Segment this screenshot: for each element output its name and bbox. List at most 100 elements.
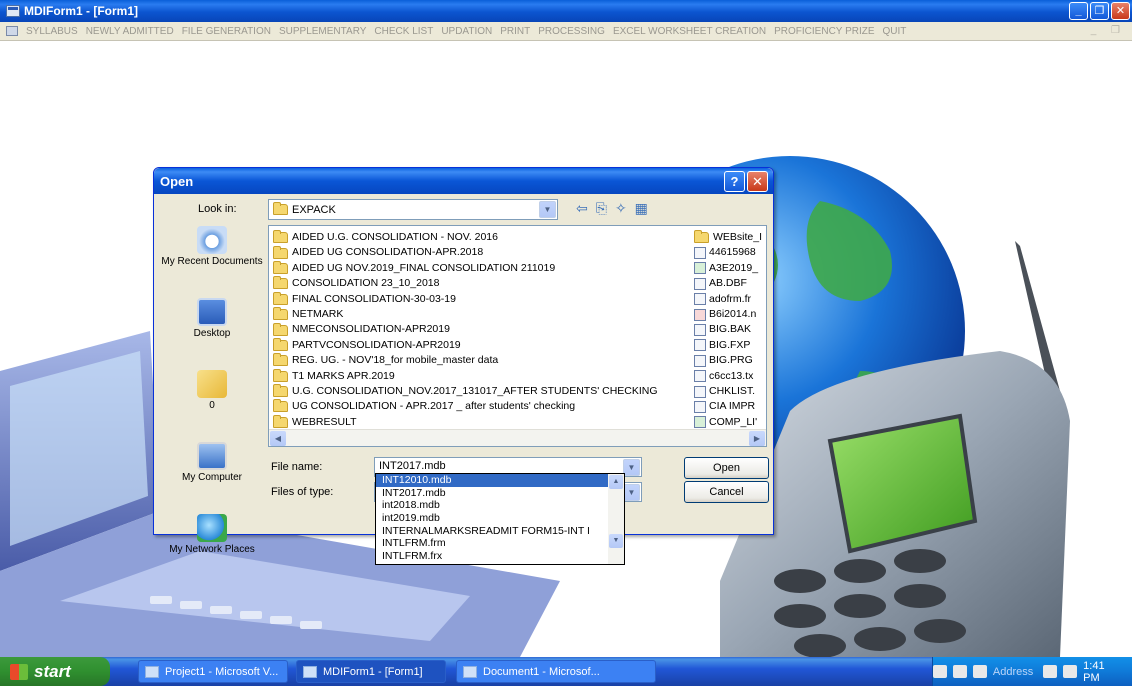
autocomplete-item[interactable]: INTLFRM.frx xyxy=(376,550,608,563)
list-item[interactable]: U.G. CONSOLIDATION_NOV.2017_131017_AFTER… xyxy=(273,384,658,399)
chevron-down-icon[interactable]: ▼ xyxy=(623,459,640,476)
tray-icon[interactable] xyxy=(1043,665,1058,678)
menu-bar: SYLLABUS NEWLY ADMITTED FILE GENERATION … xyxy=(0,22,1132,41)
menu-file-generation[interactable]: FILE GENERATION xyxy=(178,26,275,37)
menu-excel-worksheet-creation[interactable]: EXCEL WORKSHEET CREATION xyxy=(609,26,770,37)
help-button[interactable]: ? xyxy=(724,171,745,192)
minimize-button[interactable]: _ xyxy=(1069,2,1088,20)
tray-icon[interactable] xyxy=(1063,665,1078,678)
menu-updation[interactable]: UPDATION xyxy=(437,26,496,37)
look-in-combo[interactable]: EXPACK ▼ xyxy=(268,199,558,220)
text-file-icon xyxy=(694,370,706,383)
list-item[interactable]: REG. UG. - NOV'18_for mobile_master data xyxy=(273,353,658,368)
list-item[interactable]: c6cc13.tx xyxy=(694,369,762,384)
scroll-down-icon[interactable]: ▼ xyxy=(609,534,623,548)
autocomplete-item[interactable]: INT12010.mdb xyxy=(376,474,608,487)
taskbar-item-document1[interactable]: Document1 - Microsof... xyxy=(456,660,656,683)
taskbar-item-project1[interactable]: Project1 - Microsoft V... xyxy=(138,660,288,683)
list-item[interactable]: CHKLIST. xyxy=(694,384,762,399)
back-arrow-icon[interactable]: ⇦ xyxy=(576,200,588,217)
scroll-up-icon[interactable]: ▲ xyxy=(609,475,623,489)
list-item[interactable]: NETMARK xyxy=(273,307,658,322)
list-item[interactable]: COMP_LI' xyxy=(694,415,762,430)
place-folder[interactable]: 0 xyxy=(160,370,264,436)
file-name: WEBsite_I xyxy=(713,231,763,243)
child-window-controls[interactable]: _ ❐ xyxy=(1091,25,1126,36)
list-item[interactable]: UG CONSOLIDATION - APR.2017 _ after stud… xyxy=(273,399,658,414)
views-menu-icon[interactable]: ▦ xyxy=(635,200,648,217)
scroll-left-icon[interactable]: ◀ xyxy=(270,431,286,446)
menu-processing[interactable]: PROCESSING xyxy=(534,26,609,37)
menu-newly-admitted[interactable]: NEWLY ADMITTED xyxy=(82,26,178,37)
task-label: MDIForm1 - [Form1] xyxy=(323,665,423,678)
new-folder-icon[interactable]: ✧ xyxy=(615,200,627,217)
menu-quit[interactable]: QUIT xyxy=(879,26,911,37)
scroll-right-icon[interactable]: ▶ xyxy=(749,431,765,446)
horizontal-scrollbar[interactable]: ◀ ▶ xyxy=(269,429,766,446)
maximize-button[interactable]: ❐ xyxy=(1090,2,1109,20)
child-window-icon[interactable] xyxy=(6,26,18,36)
list-item[interactable]: 44615968 xyxy=(694,245,762,260)
list-item[interactable]: AB.DBF xyxy=(694,276,762,291)
menu-check-list[interactable]: CHECK LIST xyxy=(370,26,437,37)
open-button[interactable]: Open xyxy=(684,457,769,479)
menu-syllabus[interactable]: SYLLABUS xyxy=(22,26,82,37)
place-my-computer[interactable]: My Computer xyxy=(160,442,264,508)
folder-icon xyxy=(273,368,288,382)
taskbar-item-mdiform1[interactable]: MDIForm1 - [Form1] xyxy=(296,660,446,683)
list-item[interactable]: WEBRESULT xyxy=(273,414,658,430)
menu-supplementary[interactable]: SUPPLEMENTARY xyxy=(275,26,370,37)
menu-print[interactable]: PRINT xyxy=(496,26,534,37)
tray-icon[interactable] xyxy=(933,665,947,678)
autocomplete-item[interactable]: int2018.mdb xyxy=(376,499,608,512)
list-item[interactable]: AIDED UG CONSOLIDATION-APR.2018 xyxy=(273,245,658,260)
tray-icon[interactable] xyxy=(972,665,987,678)
start-button[interactable]: start xyxy=(0,657,110,686)
chevron-down-icon[interactable]: ▼ xyxy=(623,484,640,501)
list-item[interactable]: BIG.FXP xyxy=(694,338,762,353)
tray-icon[interactable] xyxy=(952,665,967,678)
list-item[interactable]: A3E2019_ xyxy=(694,261,762,276)
dialog-title-bar[interactable]: Open xyxy=(154,168,773,194)
file-list[interactable]: AIDED U.G. CONSOLIDATION - NOV. 2016 AID… xyxy=(268,225,767,447)
autocomplete-item[interactable]: INTLFRM.frm xyxy=(376,537,608,550)
list-item[interactable]: AIDED UG NOV.2019_FINAL CONSOLIDATION 21… xyxy=(273,260,658,276)
autocomplete-item[interactable]: INTERNALMARKSREADMIT FORM15-INT I xyxy=(376,525,608,538)
database-file-icon xyxy=(694,247,706,260)
autocomplete-scrollbar[interactable]: ▲ ▼ xyxy=(608,474,624,564)
list-item[interactable]: BIG.BAK xyxy=(694,322,762,337)
list-item[interactable]: T1 MARKS APR.2019 xyxy=(273,368,658,384)
list-item[interactable]: NMECONSOLIDATION-APR2019 xyxy=(273,322,658,337)
list-item[interactable]: PARTVCONSOLIDATION-APR2019 xyxy=(273,337,658,353)
system-tray: Address 1:41 PM xyxy=(932,657,1132,686)
folder-name: NMECONSOLIDATION-APR2019 xyxy=(292,323,450,336)
list-item[interactable]: FINAL CONSOLIDATION-30-03-19 xyxy=(273,291,658,307)
cancel-button[interactable]: Cancel xyxy=(684,481,769,503)
autocomplete-item[interactable]: INT2017.mdb xyxy=(376,487,608,500)
place-network[interactable]: My Network Places xyxy=(160,514,264,580)
mdi-title-bar[interactable]: MDIForm1 - [Form1] _ ❐ ✕ xyxy=(0,0,1132,22)
list-item[interactable]: BIG.PRG xyxy=(694,353,762,368)
folder-icon xyxy=(694,230,709,244)
autocomplete-item[interactable]: int2019.mdb xyxy=(376,512,608,525)
place-desktop[interactable]: Desktop xyxy=(160,298,264,364)
file-name-autocomplete[interactable]: INT12010.mdb INT2017.mdb int2018.mdb int… xyxy=(375,473,625,565)
list-item[interactable]: B6i2014.n xyxy=(694,307,762,322)
address-label[interactable]: Address xyxy=(993,666,1033,678)
dialog-close-button[interactable]: ✕ xyxy=(747,171,768,192)
file-name: 44615968 xyxy=(709,246,756,259)
list-item[interactable]: CIA IMPR xyxy=(694,399,762,414)
folder-icon xyxy=(273,276,288,290)
folder-icon xyxy=(273,291,288,305)
place-recent-documents[interactable]: My Recent Documents xyxy=(160,226,264,292)
recent-documents-icon xyxy=(197,226,227,254)
list-item[interactable]: CONSOLIDATION 23_10_2018 xyxy=(273,276,658,291)
list-item[interactable]: AIDED U.G. CONSOLIDATION - NOV. 2016 xyxy=(273,230,658,245)
up-folder-icon[interactable]: ⎘ xyxy=(596,200,607,217)
place-label: My Network Places xyxy=(169,544,255,555)
list-item[interactable]: WEBsite_I xyxy=(694,230,762,245)
menu-proficiency-prize[interactable]: PROFICIENCY PRIZE xyxy=(770,26,878,37)
chevron-down-icon[interactable]: ▼ xyxy=(539,201,556,218)
close-button[interactable]: ✕ xyxy=(1111,2,1130,20)
list-item[interactable]: adofrm.fr xyxy=(694,292,762,307)
